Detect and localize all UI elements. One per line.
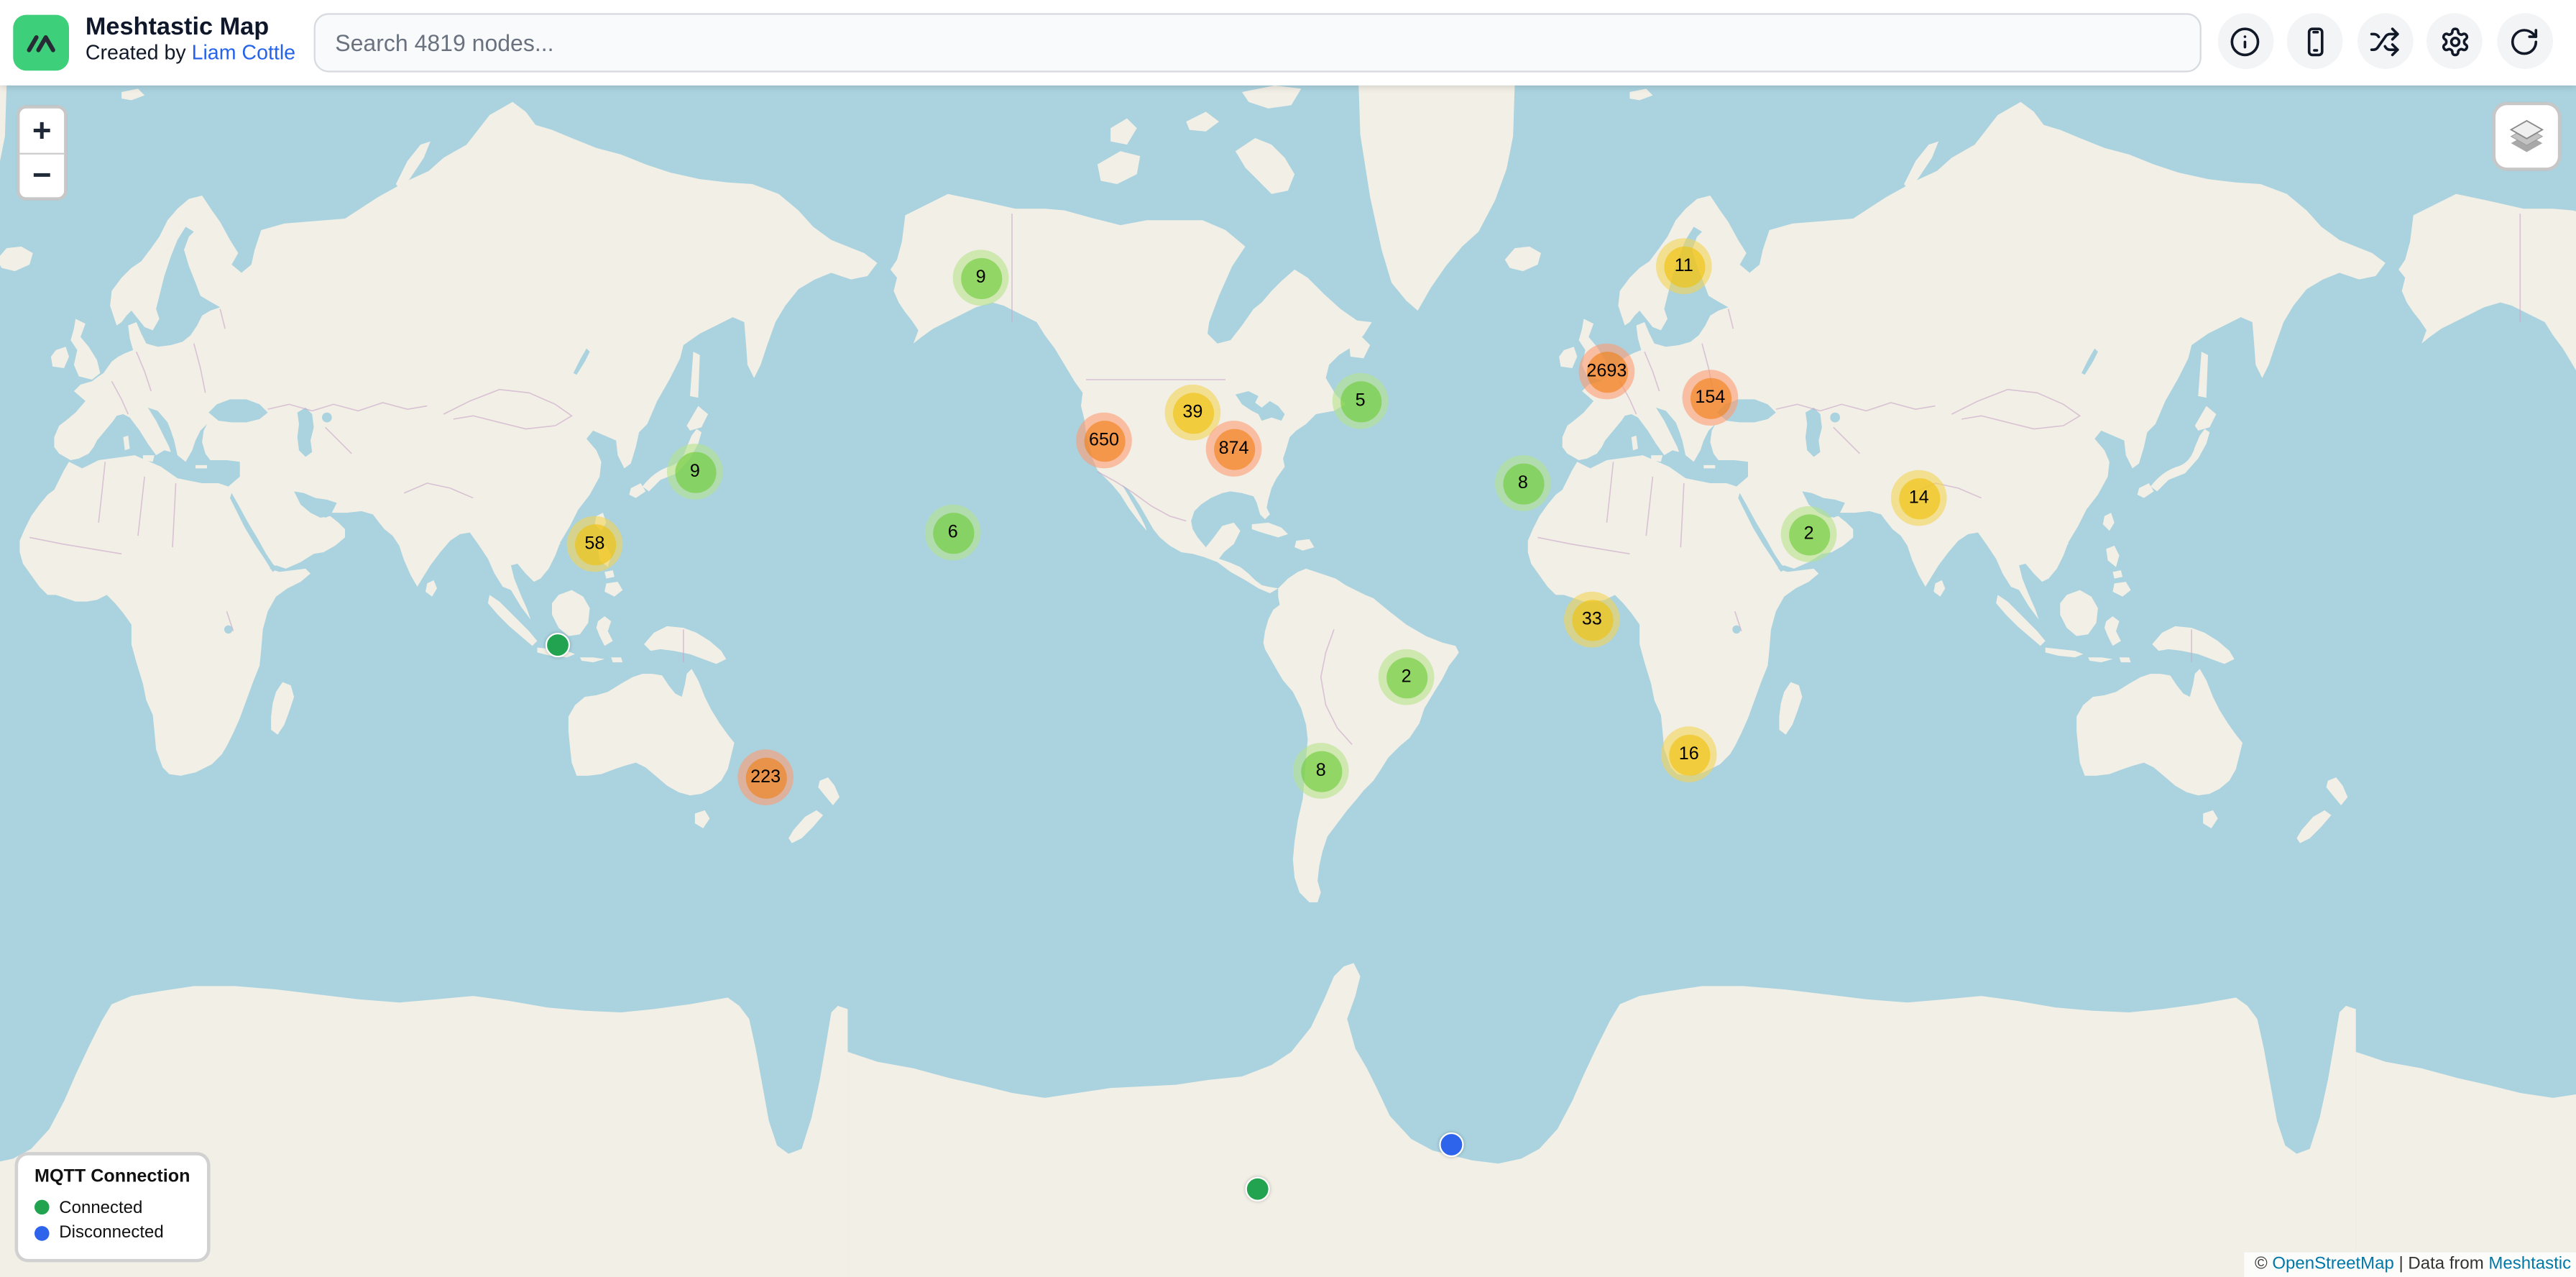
node-marker-connected[interactable]	[1246, 1177, 1270, 1202]
node-cluster[interactable]: 2	[1781, 506, 1837, 562]
legend-item-connected: Connected	[34, 1195, 190, 1220]
gear-icon	[2439, 25, 2470, 56]
layers-control-button[interactable]	[2492, 102, 2561, 171]
cluster-count: 2	[1788, 513, 1829, 554]
legend-item-label: Disconnected	[59, 1225, 163, 1242]
byline-prefix: Created by	[86, 41, 192, 64]
cluster-count: 2693	[1586, 351, 1627, 392]
cluster-count: 14	[1898, 477, 1939, 518]
node-cluster[interactable]: 33	[1564, 592, 1620, 648]
connected-dot-icon	[34, 1200, 50, 1215]
legend-title: MQTT Connection	[34, 1167, 190, 1186]
app-header: Meshtastic Map Created by Liam Cottle	[0, 0, 2576, 86]
byline: Created by Liam Cottle	[86, 41, 295, 64]
cluster-count: 650	[1083, 420, 1124, 461]
zoom-control: + −	[17, 105, 68, 201]
node-cluster[interactable]: 154	[1683, 370, 1739, 426]
node-cluster[interactable]: 223	[737, 749, 794, 805]
cluster-count: 8	[1300, 750, 1341, 791]
cluster-count: 6	[932, 512, 973, 553]
node-cluster[interactable]: 8	[1293, 743, 1349, 799]
node-cluster[interactable]: 8	[1495, 455, 1551, 511]
osm-link[interactable]: OpenStreetMap	[2272, 1254, 2393, 1273]
node-marker-disconnected[interactable]	[1439, 1132, 1463, 1157]
node-cluster[interactable]: 9	[953, 250, 1009, 306]
cluster-count: 223	[745, 757, 786, 798]
meshtastic-link[interactable]: Meshtastic	[2488, 1254, 2571, 1273]
cluster-count: 9	[674, 451, 715, 492]
settings-button[interactable]	[2426, 13, 2483, 69]
copyright-text: ©	[2255, 1254, 2272, 1273]
node-cluster[interactable]: 650	[1076, 413, 1132, 469]
node-cluster[interactable]: 2	[1379, 649, 1435, 705]
zoom-in-button[interactable]: +	[19, 109, 64, 153]
node-cluster[interactable]: 58	[567, 516, 623, 572]
map-attribution: © OpenStreetMap | Data from Meshtastic	[2245, 1253, 2576, 1277]
zoom-out-button[interactable]: −	[19, 153, 64, 198]
mqtt-connection-legend: MQTT Connection Connected Disconnected	[15, 1152, 210, 1262]
refresh-icon	[2508, 25, 2539, 56]
cluster-count: 2	[1386, 656, 1427, 697]
cluster-count: 16	[1668, 734, 1709, 775]
cluster-count: 58	[574, 523, 615, 564]
cluster-count: 11	[1663, 246, 1704, 287]
meshtastic-map-app: 9 11 2693 154 39 5 650 874 9 8 14 2 58 6 33 2 223 8 16 + −…	[0, 0, 2576, 1277]
meshtastic-logo-icon	[13, 15, 69, 71]
search-input[interactable]	[314, 13, 2202, 72]
author-link[interactable]: Liam Cottle	[192, 41, 296, 64]
node-cluster[interactable]: 14	[1891, 470, 1947, 526]
cluster-count: 39	[1172, 392, 1213, 433]
layers-icon	[2502, 111, 2552, 161]
attribution-separator: | Data from	[2394, 1254, 2489, 1273]
cluster-count: 8	[1502, 462, 1543, 503]
node-marker-connected[interactable]	[546, 633, 570, 657]
refresh-button[interactable]	[2496, 13, 2552, 69]
node-cluster[interactable]: 16	[1661, 726, 1717, 782]
info-icon	[2230, 25, 2260, 56]
legend-item-label: Connected	[59, 1199, 142, 1216]
cluster-count: 154	[1690, 377, 1731, 418]
page-title: Meshtastic Map	[86, 13, 295, 41]
node-cluster[interactable]: 6	[925, 505, 981, 561]
node-cluster[interactable]: 5	[1333, 373, 1389, 429]
cluster-count: 33	[1571, 599, 1612, 640]
cluster-count: 9	[960, 257, 1001, 298]
smartphone-icon	[2299, 25, 2330, 56]
legend-item-disconnected: Disconnected	[34, 1220, 190, 1245]
node-cluster[interactable]: 874	[1206, 421, 1262, 477]
mobile-app-button[interactable]	[2287, 13, 2343, 69]
info-button[interactable]	[2217, 13, 2273, 69]
node-cluster[interactable]: 2693	[1579, 344, 1635, 400]
cluster-count: 5	[1340, 380, 1381, 421]
marker-layer: 9 11 2693 154 39 5 650 874 9 8 14 2 58 6 33 2 223 8 16	[0, 0, 2576, 1277]
cluster-count: 874	[1213, 428, 1254, 469]
random-node-button[interactable]	[2357, 13, 2413, 69]
node-cluster[interactable]: 11	[1656, 238, 1712, 294]
shuffle-icon	[2369, 25, 2400, 56]
disconnected-dot-icon	[34, 1226, 50, 1241]
node-cluster[interactable]: 9	[667, 444, 723, 500]
